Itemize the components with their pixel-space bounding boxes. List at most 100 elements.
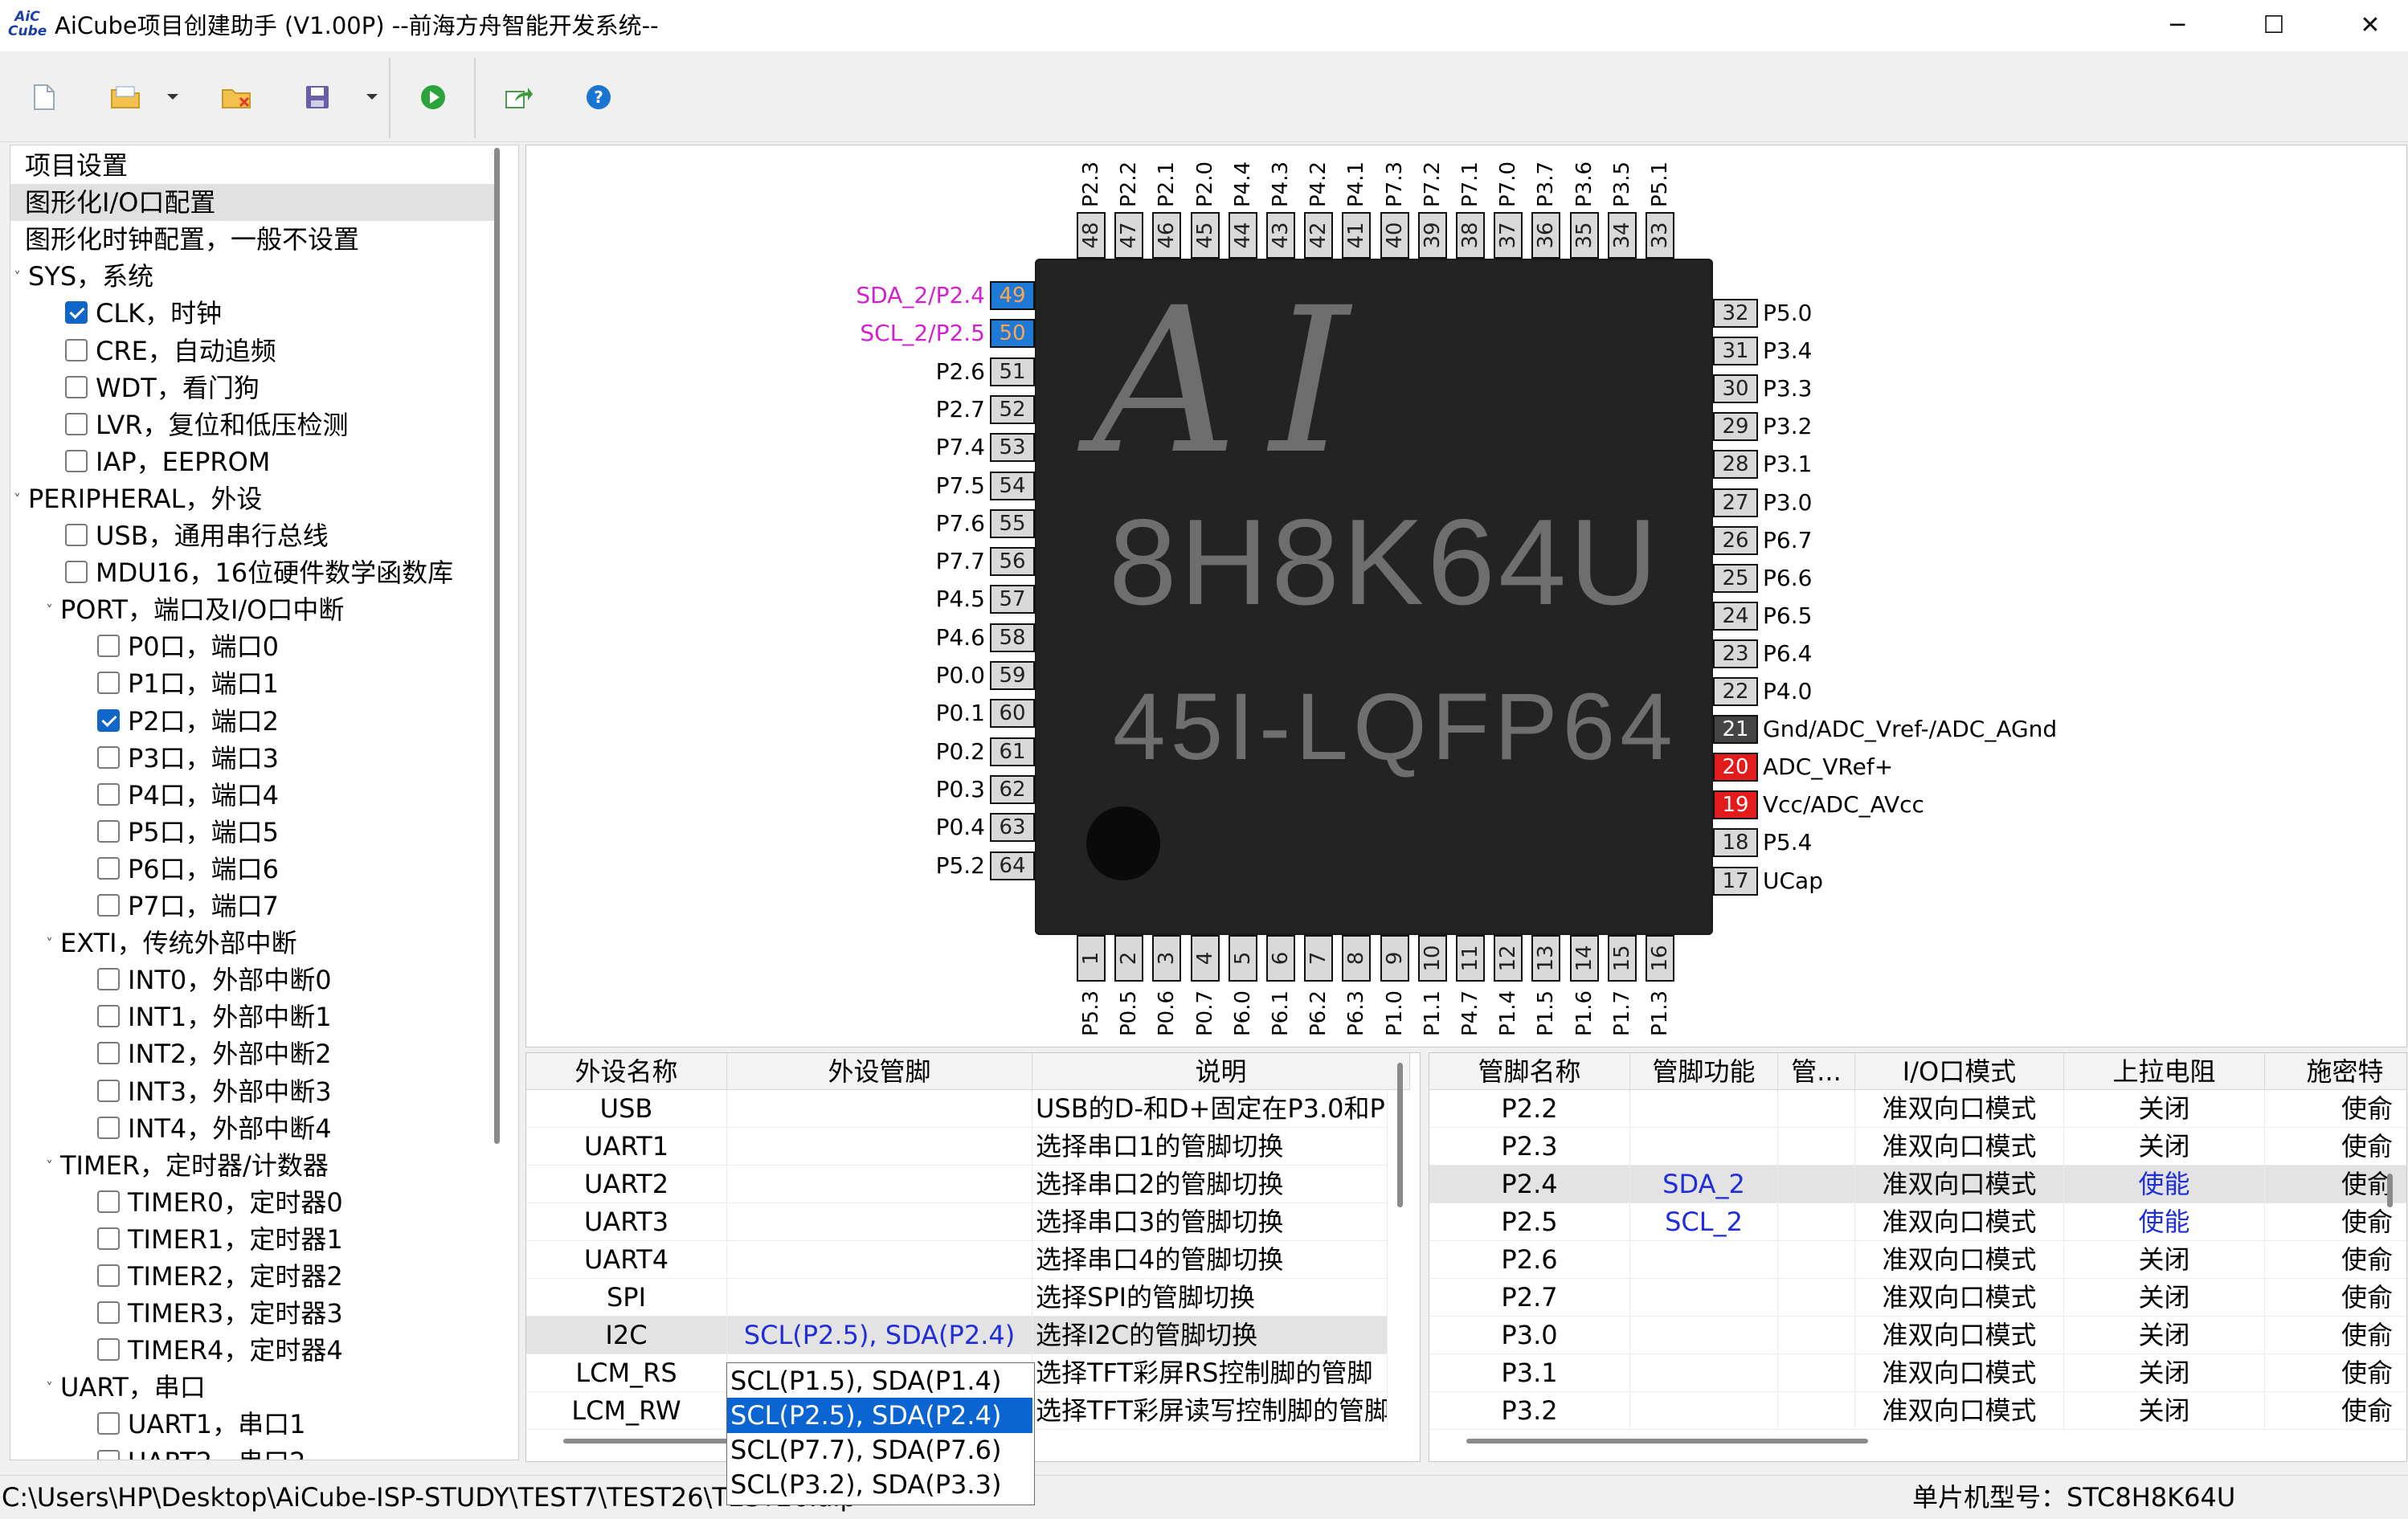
- pin-14[interactable]: 14: [1569, 935, 1599, 982]
- column-header[interactable]: 施密特: [2265, 1053, 2406, 1090]
- tree-checkbox[interactable]: [97, 1338, 120, 1362]
- pin-table-cell-func[interactable]: [1630, 1317, 1778, 1354]
- pin-table-cell-mode[interactable]: 准双向口模式: [1855, 1166, 2064, 1203]
- pin-45[interactable]: 45: [1190, 212, 1220, 259]
- tree-checkbox[interactable]: [97, 968, 120, 991]
- tree-scrollbar-thumb[interactable]: [494, 148, 500, 1144]
- pin-table-cell-pullup[interactable]: 关闭: [2064, 1317, 2265, 1354]
- tree-item[interactable]: INT1，外部中断1: [97, 998, 332, 1035]
- pin-51[interactable]: 51: [990, 357, 1035, 386]
- pin-table-cell-pullup[interactable]: 使能: [2064, 1166, 2265, 1203]
- pin-table-cell-pullup[interactable]: 关闭: [2064, 1354, 2265, 1392]
- column-header[interactable]: 上拉电阻: [2064, 1053, 2265, 1090]
- tree-checkbox[interactable]: [97, 1005, 120, 1028]
- expand-chevron-icon[interactable]: ˅: [14, 259, 28, 296]
- pin-17[interactable]: 17: [1713, 866, 1758, 896]
- pin-36[interactable]: 36: [1531, 212, 1561, 259]
- pin-table-cell-mode[interactable]: 准双向口模式: [1855, 1203, 2064, 1241]
- pin-20[interactable]: 20: [1713, 753, 1758, 782]
- pin-table-cell-schmitt[interactable]: 使俞: [2265, 1317, 2406, 1354]
- tree-checkbox[interactable]: [97, 1264, 120, 1287]
- pin-table-hscrollbar[interactable]: [1466, 1439, 1868, 1443]
- tree-item[interactable]: CRE，自动追频: [65, 333, 276, 370]
- tree-item[interactable]: TIMER4，定时器4: [97, 1332, 343, 1369]
- column-header[interactable]: 外设名称: [526, 1053, 727, 1090]
- pin-table-cell-schmitt[interactable]: 使俞: [2265, 1090, 2406, 1128]
- pin-table-cell-pullup[interactable]: 关闭: [2064, 1392, 2265, 1430]
- pin-1[interactable]: 1: [1077, 935, 1106, 982]
- pin-table-cell-mode[interactable]: 准双向口模式: [1855, 1279, 2064, 1317]
- tree-item[interactable]: P3口，端口3: [97, 740, 279, 777]
- pin-29[interactable]: 29: [1713, 412, 1758, 442]
- tree-item[interactable]: INT2，外部中断2: [97, 1035, 332, 1072]
- pin-table-cell-func[interactable]: [1630, 1392, 1778, 1430]
- expand-chevron-icon[interactable]: ˅: [46, 1370, 60, 1407]
- tree-item[interactable]: ˅ EXTI，传统外部中断: [46, 925, 297, 962]
- tree-checkbox[interactable]: [97, 708, 120, 732]
- peripheral-name-cell[interactable]: UART3: [526, 1203, 727, 1241]
- tree-checkbox[interactable]: [97, 1116, 120, 1139]
- pin-18[interactable]: 18: [1713, 828, 1758, 858]
- tree-item[interactable]: P2口，端口2: [97, 703, 279, 740]
- pin-10[interactable]: 10: [1417, 935, 1447, 982]
- tree-item[interactable]: P7口，端口7: [97, 888, 279, 925]
- pin-25[interactable]: 25: [1713, 563, 1758, 593]
- pin-26[interactable]: 26: [1713, 525, 1758, 555]
- peripheral-desc-cell[interactable]: 选择串口3的管脚切换: [1032, 1203, 1388, 1241]
- pin-24[interactable]: 24: [1713, 601, 1758, 631]
- pin-table-cell-func[interactable]: SCL_2: [1630, 1203, 1778, 1241]
- pin-table-scrollbar[interactable]: [2387, 1174, 2393, 1207]
- expand-chevron-icon[interactable]: ˅: [46, 593, 60, 630]
- pin-41[interactable]: 41: [1342, 212, 1372, 259]
- open-folder-icon[interactable]: [106, 77, 146, 117]
- tree-checkbox[interactable]: [97, 672, 120, 695]
- peripheral-name-cell[interactable]: USB: [526, 1090, 727, 1128]
- tree-checkbox[interactable]: [97, 1190, 120, 1213]
- tree-item[interactable]: LVR，复位和低压检测: [65, 406, 348, 443]
- peripheral-desc-cell[interactable]: 选择SPI的管脚切换: [1032, 1279, 1388, 1317]
- dropdown-option[interactable]: SCL(P3.2), SDA(P3.3): [727, 1467, 1032, 1502]
- column-header[interactable]: 管脚名称: [1429, 1053, 1630, 1090]
- tree-checkbox[interactable]: [65, 412, 88, 435]
- pin-table-cell-func[interactable]: [1630, 1241, 1778, 1279]
- pin-28[interactable]: 28: [1713, 450, 1758, 480]
- dropdown-option[interactable]: SCL(P1.5), SDA(P1.4): [727, 1363, 1032, 1399]
- tree-item[interactable]: CLK，时钟: [65, 295, 222, 332]
- pin-table-cell-mode[interactable]: 准双向口模式: [1855, 1317, 2064, 1354]
- pin-4[interactable]: 4: [1190, 935, 1220, 982]
- pin-table-cell-pin[interactable]: P3.0: [1429, 1317, 1630, 1354]
- pin-table-cell-x[interactable]: [1778, 1166, 1855, 1203]
- pin-table-cell-schmitt[interactable]: 使俞: [2265, 1166, 2406, 1203]
- tree-item[interactable]: UART2，串口2: [97, 1443, 306, 1460]
- pin-15[interactable]: 15: [1607, 935, 1637, 982]
- pin-50[interactable]: 50: [990, 319, 1035, 349]
- pin-table-cell-schmitt[interactable]: 使俞: [2265, 1203, 2406, 1241]
- pin-table-cell-pin[interactable]: P2.4: [1429, 1166, 1630, 1203]
- tree-item[interactable]: P1口，端口1: [97, 665, 279, 702]
- peripheral-name-cell[interactable]: UART4: [526, 1241, 727, 1279]
- tree-checkbox[interactable]: [65, 561, 88, 584]
- close-file-icon[interactable]: [217, 77, 257, 117]
- tree-item[interactable]: WDT，看门狗: [65, 370, 260, 406]
- column-header[interactable]: 管...: [1778, 1053, 1855, 1090]
- pin-40[interactable]: 40: [1380, 212, 1409, 259]
- periph-scrollbar[interactable]: [1397, 1063, 1403, 1207]
- peripheral-pins-cell[interactable]: [727, 1203, 1032, 1241]
- tree-checkbox[interactable]: [97, 819, 120, 843]
- tree-checkbox[interactable]: [97, 635, 120, 658]
- tree-item[interactable]: MDU16，16位硬件数学函数库: [65, 554, 453, 591]
- new-file-icon[interactable]: [24, 77, 64, 117]
- pin-table-cell-pullup[interactable]: 关闭: [2064, 1128, 2265, 1166]
- tree-item[interactable]: ˅ UART，串口: [46, 1369, 206, 1406]
- tree-checkbox[interactable]: [97, 1412, 120, 1435]
- i2c-pin-dropdown[interactable]: SCL(P1.5), SDA(P1.4) SCL(P2.5), SDA(P2.4)…: [726, 1362, 1035, 1505]
- pin-table-cell-pullup[interactable]: 使能: [2064, 1203, 2265, 1241]
- tree-item[interactable]: INT3，外部中断3: [97, 1073, 332, 1110]
- pin-table-cell-func[interactable]: [1630, 1279, 1778, 1317]
- pin-5[interactable]: 5: [1228, 935, 1257, 982]
- pin-table-cell-x[interactable]: [1778, 1128, 1855, 1166]
- pin-63[interactable]: 63: [990, 813, 1035, 843]
- pin-33[interactable]: 33: [1646, 212, 1674, 259]
- pin-table-cell-schmitt[interactable]: 使俞: [2265, 1392, 2406, 1430]
- column-header[interactable]: 说明: [1032, 1053, 1410, 1090]
